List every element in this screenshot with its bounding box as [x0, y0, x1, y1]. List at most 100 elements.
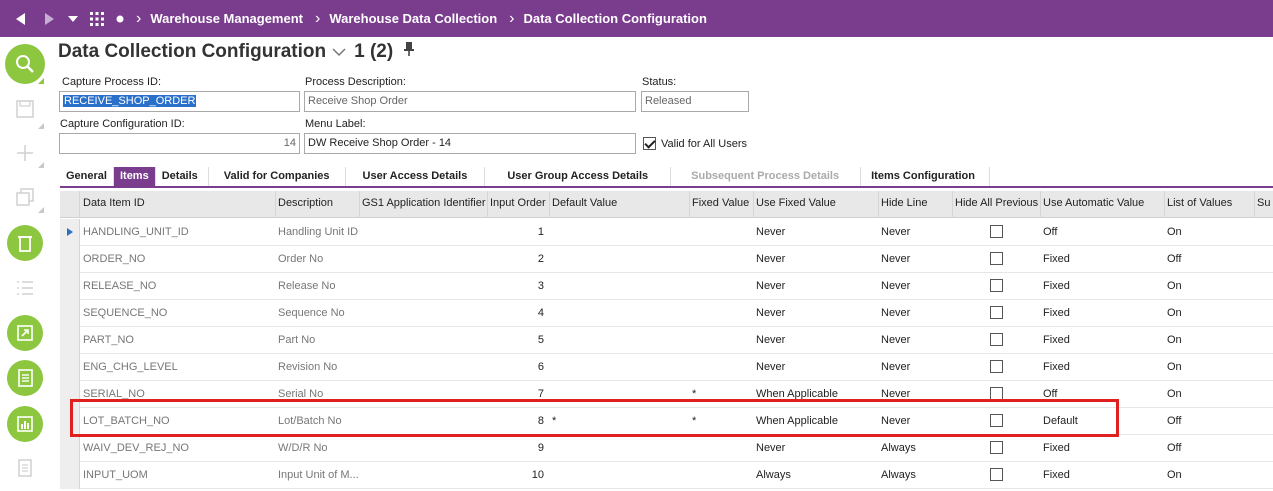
cell-use-fixed-value[interactable]: Never [754, 327, 879, 354]
cell-data-item-id[interactable]: INPUT_UOM [80, 462, 276, 489]
chevron-down-icon[interactable] [332, 44, 346, 60]
cell-use-fixed-value[interactable]: Never [754, 300, 879, 327]
cell-list-of-values[interactable]: Off [1165, 435, 1255, 462]
hide-all-previous-checkbox[interactable] [990, 252, 1003, 265]
cell-hide-line[interactable]: Never [879, 300, 953, 327]
cell-default-value[interactable] [550, 435, 690, 462]
cell-data-item-id[interactable]: WAIV_DEV_REJ_NO [80, 435, 276, 462]
header-gs1-application-identifier[interactable]: GS1 Application Identifier [360, 191, 488, 218]
cell-gs1-application-identifier[interactable] [360, 354, 488, 381]
tab-user-group-access-details[interactable]: User Group Access Details [485, 167, 672, 187]
cell-gs1-application-identifier[interactable] [360, 246, 488, 273]
cell-input-order[interactable]: 10 [488, 462, 546, 489]
apps-grid-icon[interactable] [88, 0, 106, 37]
cell-use-automatic-value[interactable]: Fixed [1041, 354, 1165, 381]
cell-fixed-value[interactable] [690, 300, 754, 327]
process-description-field[interactable]: Receive Shop Order [304, 91, 636, 112]
tab-general[interactable]: General [60, 167, 114, 187]
cell-use-fixed-value[interactable]: Never [754, 246, 879, 273]
cell-list-of-values[interactable]: On [1165, 462, 1255, 489]
list-icon[interactable] [12, 275, 38, 301]
table-row[interactable]: SEQUENCE_NO Sequence No 4 Never Never Fixed On [60, 300, 1273, 327]
cell-use-automatic-value[interactable]: Fixed [1041, 273, 1165, 300]
valid-for-all-users-checkbox[interactable] [643, 137, 656, 150]
table-row[interactable]: INPUT_UOM Input Unit of M... 10 Always Alway… [60, 462, 1273, 489]
cell-use-automatic-value[interactable]: Fixed [1041, 246, 1165, 273]
cell-use-fixed-value[interactable]: Never [754, 435, 879, 462]
header-use-fixed-value[interactable]: Use Fixed Value [754, 191, 879, 218]
table-row[interactable]: HANDLING_UNIT_ID Handling Unit ID 1 Never Ne… [60, 219, 1273, 246]
cell-input-order[interactable]: 5 [488, 327, 546, 354]
status-field[interactable]: Released [641, 91, 749, 112]
cell-fixed-value[interactable] [690, 219, 754, 246]
hide-all-previous-checkbox[interactable] [990, 279, 1003, 292]
row-selector[interactable] [60, 354, 80, 381]
cell-description[interactable]: Sequence No [276, 300, 360, 327]
table-row[interactable]: ORDER_NO Order No 2 Never Never Fixed Off [60, 246, 1273, 273]
tab-items[interactable]: Items [113, 167, 156, 187]
cell-use-fixed-value[interactable]: Never [754, 354, 879, 381]
cell-list-of-values[interactable]: On [1165, 300, 1255, 327]
cell-default-value[interactable] [550, 300, 690, 327]
hide-all-previous-checkbox[interactable] [990, 441, 1003, 454]
table-row[interactable]: RELEASE_NO Release No 3 Never Never Fixed On [60, 273, 1273, 300]
cell-hide-line[interactable]: Always [879, 462, 953, 489]
cell-hide-line[interactable]: Always [879, 435, 953, 462]
cell-description[interactable]: Order No [276, 246, 360, 273]
cell-use-fixed-value[interactable]: Always [754, 462, 879, 489]
cell-default-value[interactable] [550, 219, 690, 246]
cell-default-value[interactable] [550, 327, 690, 354]
table-row[interactable]: ENG_CHG_LEVEL Revision No 6 Never Never Fixed… [60, 354, 1273, 381]
cell-gs1-application-identifier[interactable] [360, 300, 488, 327]
header-hide-line[interactable]: Hide Line [879, 191, 953, 218]
tab-details[interactable]: Details [156, 167, 209, 187]
menu-label-field[interactable]: DW Receive Shop Order - 14 [304, 133, 636, 154]
cell-list-of-values[interactable]: Off [1165, 408, 1255, 435]
save-icon[interactable] [12, 96, 38, 122]
cell-description[interactable]: Revision No [276, 354, 360, 381]
cell-fixed-value[interactable] [690, 246, 754, 273]
cell-description[interactable]: Release No [276, 273, 360, 300]
row-selector[interactable] [60, 300, 80, 327]
cell-input-order[interactable]: 6 [488, 354, 546, 381]
row-selector[interactable] [60, 273, 80, 300]
tab-valid-for-companies[interactable]: Valid for Companies [209, 167, 346, 187]
cell-description[interactable]: W/D/R No [276, 435, 360, 462]
cell-gs1-application-identifier[interactable] [360, 462, 488, 489]
cell-data-item-id[interactable]: ORDER_NO [80, 246, 276, 273]
cell-list-of-values[interactable]: On [1165, 327, 1255, 354]
header-data-item-id[interactable]: Data Item ID [80, 191, 276, 218]
cell-list-of-values[interactable]: On [1165, 354, 1255, 381]
back-arrow-icon[interactable] [10, 0, 32, 37]
capture-configuration-id-field[interactable]: 14 [59, 133, 300, 154]
header-default-value[interactable]: Default Value [550, 191, 690, 218]
cell-list-of-values[interactable]: On [1165, 219, 1255, 246]
table-row[interactable]: WAIV_DEV_REJ_NO W/D/R No 9 Never Always Fixed… [60, 435, 1273, 462]
cell-use-automatic-value[interactable]: Fixed [1041, 435, 1165, 462]
cell-default-value[interactable] [550, 246, 690, 273]
breadcrumb-item[interactable]: › Warehouse Management [136, 10, 303, 28]
cell-hide-line[interactable]: Never [879, 327, 953, 354]
cell-fixed-value[interactable] [690, 327, 754, 354]
table-row[interactable]: PART_NO Part No 5 Never Never Fixed On [60, 327, 1273, 354]
cell-description[interactable]: Part No [276, 327, 360, 354]
hide-all-previous-checkbox[interactable] [990, 468, 1003, 481]
row-selector[interactable] [60, 462, 80, 489]
cell-use-automatic-value[interactable]: Fixed [1041, 300, 1165, 327]
cell-description[interactable]: Input Unit of M... [276, 462, 360, 489]
hide-all-previous-checkbox[interactable] [990, 306, 1003, 319]
cell-input-order[interactable]: 3 [488, 273, 546, 300]
cell-data-item-id[interactable]: HANDLING_UNIT_ID [80, 219, 276, 246]
cell-default-value[interactable] [550, 273, 690, 300]
cell-input-order[interactable]: 9 [488, 435, 546, 462]
cell-data-item-id[interactable]: SEQUENCE_NO [80, 300, 276, 327]
dropdown-icon[interactable] [64, 0, 82, 37]
row-selector[interactable] [60, 435, 80, 462]
row-selector[interactable] [60, 327, 80, 354]
forward-arrow-icon[interactable] [38, 0, 60, 37]
header-su[interactable]: Su [1255, 191, 1273, 218]
pin-icon[interactable] [403, 41, 415, 63]
breadcrumb-item[interactable]: › Data Collection Configuration [509, 10, 707, 28]
cell-data-item-id[interactable]: PART_NO [80, 327, 276, 354]
cell-gs1-application-identifier[interactable] [360, 219, 488, 246]
